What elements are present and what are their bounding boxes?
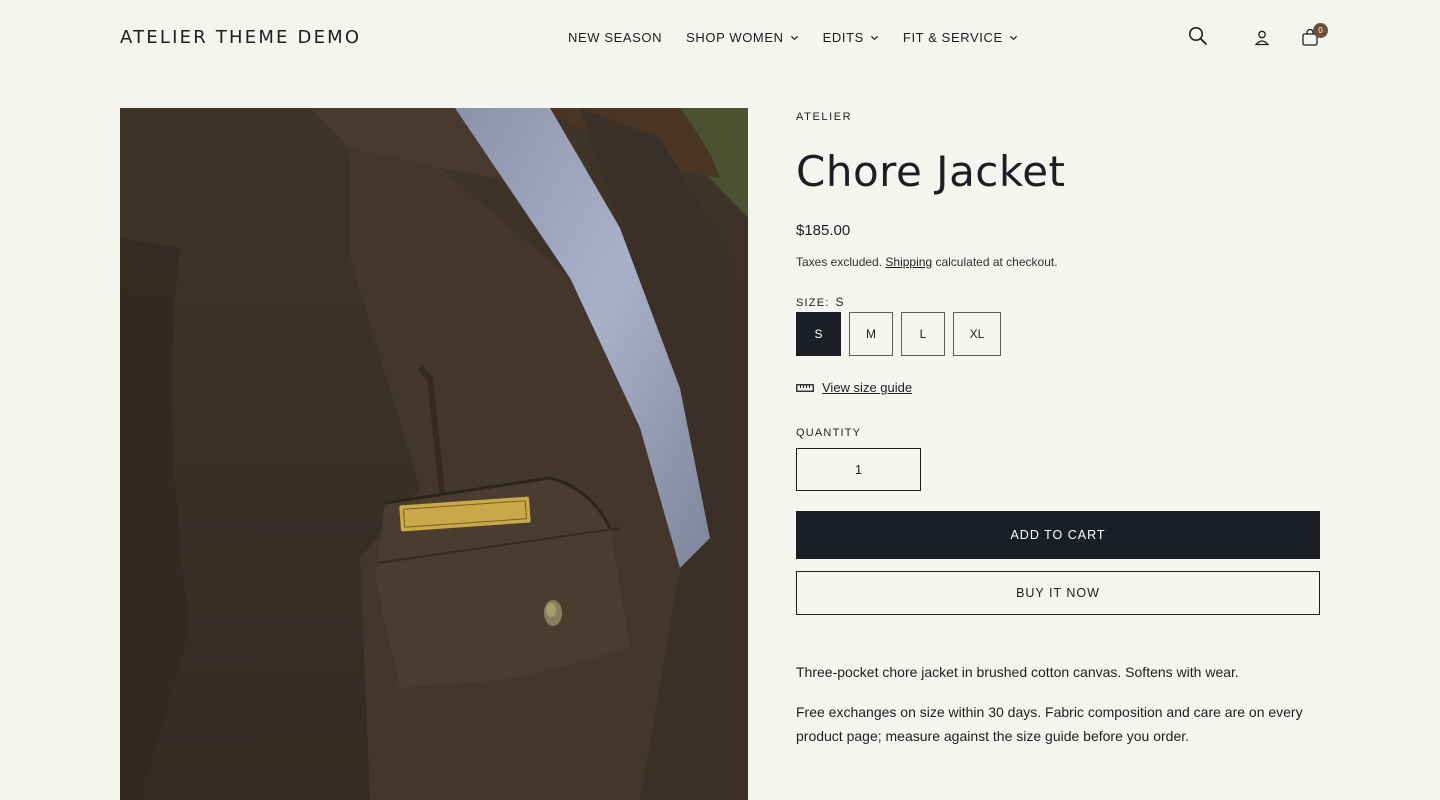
shipping-link[interactable]: Shipping	[885, 255, 932, 269]
size-selected-value: S	[835, 295, 844, 309]
size-option-m[interactable]: M	[849, 312, 893, 356]
store-logo[interactable]: ATELIER THEME DEMO	[120, 27, 361, 48]
chevron-down-icon	[1009, 35, 1017, 41]
size-guide-link[interactable]: View size guide	[796, 380, 912, 395]
cart-count-badge: 0	[1313, 23, 1328, 38]
nav-fit-service[interactable]: FIT & SERVICE	[903, 30, 1018, 45]
size-option-s[interactable]: S	[796, 312, 841, 356]
nav-label: SHOP WOMEN	[686, 30, 784, 45]
nav-label: FIT & SERVICE	[902, 30, 1003, 45]
quantity-input[interactable]	[796, 448, 921, 491]
tax-note-prefix: Taxes excluded.	[796, 255, 883, 269]
search-icon[interactable]	[1188, 26, 1208, 46]
tax-note-suffix: calculated at checkout.	[935, 255, 1058, 269]
nav-label: EDITS	[822, 30, 864, 45]
nav-edits[interactable]: EDITS	[823, 30, 879, 45]
chevron-down-icon	[870, 35, 878, 41]
quantity-label: QUANTITY	[796, 427, 862, 439]
product-description-2: Free exchanges on size within 30 days. F…	[796, 704, 1303, 744]
product-description-1: Three-pocket chore jacket in brushed cot…	[796, 664, 1239, 680]
size-option-l[interactable]: L	[901, 312, 945, 356]
tax-note: Taxes excluded. Shipping calculated at c…	[796, 255, 1058, 269]
size-label-text: SIZE:	[796, 297, 830, 309]
nav-shop-women[interactable]: SHOP WOMEN	[686, 30, 799, 45]
size-option-xl[interactable]: XL	[953, 312, 1001, 356]
account-icon[interactable]	[1255, 30, 1269, 46]
main-nav: NEW SEASON SHOP WOMEN EDITS FIT & SERVIC…	[568, 30, 1042, 45]
ruler-icon	[796, 383, 814, 392]
product-price: $185.00	[796, 222, 851, 239]
jacket-photo	[120, 108, 748, 800]
size-guide-label: View size guide	[822, 380, 913, 395]
product-image[interactable]	[120, 108, 748, 800]
size-options: S M L XL	[796, 312, 1009, 356]
add-to-cart-button[interactable]: ADD TO CART	[796, 511, 1320, 559]
product-title: Chore Jacket	[796, 147, 1066, 196]
nav-new-season[interactable]: NEW SEASON	[568, 30, 662, 45]
buy-it-now-button[interactable]: BUY IT NOW	[796, 571, 1320, 615]
site-header: ATELIER THEME DEMO NEW SEASON SHOP WOMEN…	[0, 0, 1440, 76]
product-vendor: ATELIER	[796, 111, 853, 123]
nav-label: NEW SEASON	[568, 30, 663, 45]
size-label: SIZE: S	[796, 295, 844, 309]
chevron-down-icon	[790, 35, 798, 41]
